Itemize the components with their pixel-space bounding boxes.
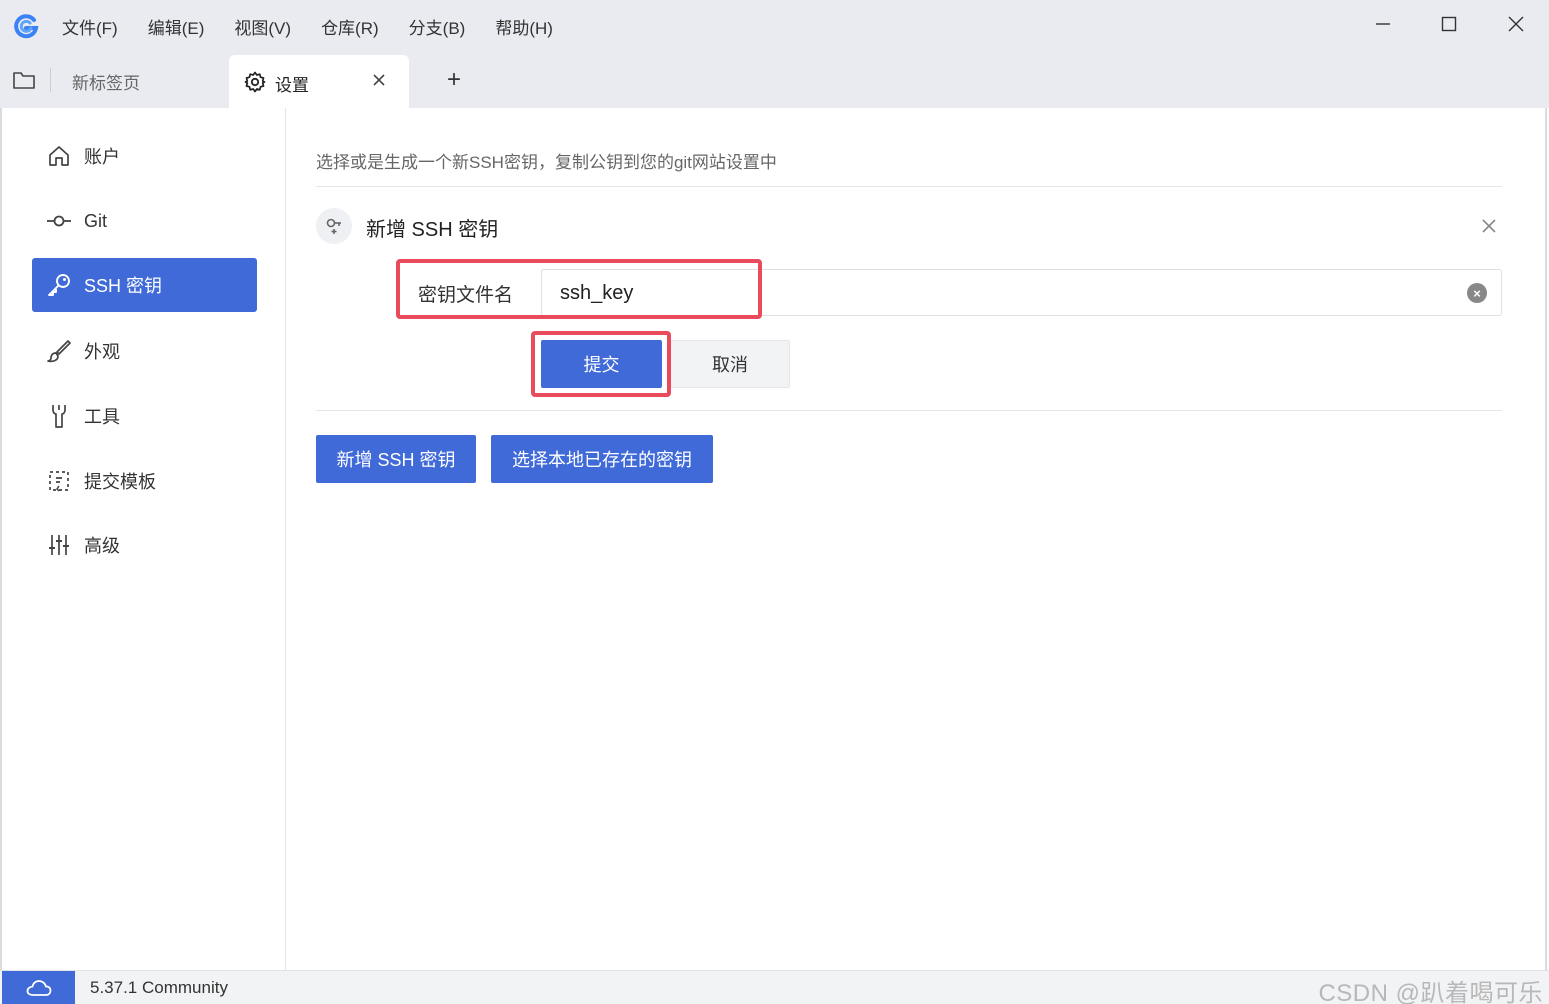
close-icon <box>1482 219 1496 233</box>
tab-divider <box>50 68 51 92</box>
sidebar-item-account[interactable]: 账户 <box>32 129 257 183</box>
key-icon <box>46 272 72 298</box>
sidebar-item-git[interactable]: Git <box>32 194 257 248</box>
divider <box>316 410 1502 411</box>
gear-icon <box>243 70 267 94</box>
wrench-icon <box>46 403 72 429</box>
git-commit-icon <box>46 208 72 234</box>
tab-settings-label: 设置 <box>275 76 309 95</box>
divider <box>316 186 1502 187</box>
minimize-button[interactable] <box>1350 0 1416 48</box>
panel-close-button[interactable] <box>1478 215 1500 237</box>
menu-edit[interactable]: 编辑(E) <box>148 14 205 39</box>
sliders-icon <box>46 532 72 558</box>
key-filename-value: ssh_key <box>560 282 634 304</box>
sidebar-item-label: SSH 密钥 <box>84 276 163 296</box>
sidebar-item-label: 高级 <box>84 536 120 556</box>
home-icon <box>46 143 72 169</box>
ssh-settings-panel: 选择或是生成一个新SSH密钥，复制公钥到您的git网站设置中 新增 SSH 密钥… <box>286 108 1547 970</box>
close-window-button[interactable] <box>1483 0 1549 48</box>
key-plus-icon <box>316 208 352 244</box>
tab-new-tab[interactable]: 新标签页 <box>72 69 140 94</box>
sidebar-item-label: 账户 <box>84 147 120 167</box>
close-icon <box>1508 16 1524 32</box>
cancel-button[interactable]: 取消 <box>670 340 790 388</box>
tab-bar: 新标签页 设置 + <box>0 52 1549 108</box>
tab-close-icon[interactable] <box>369 70 389 90</box>
sidebar-item-label: 提交模板 <box>84 472 156 492</box>
key-filename-input[interactable]: ssh_key × <box>541 269 1502 316</box>
open-folder-button[interactable] <box>10 66 38 94</box>
brush-icon <box>46 338 72 364</box>
key-filename-label: 密钥文件名 <box>418 285 514 306</box>
cloud-icon <box>26 980 51 996</box>
menu-help[interactable]: 帮助(H) <box>495 14 553 39</box>
sidebar-item-commit-template[interactable]: 提交模板 <box>32 454 257 508</box>
maximize-icon <box>1441 16 1457 32</box>
sidebar-item-tools[interactable]: 工具 <box>32 389 257 443</box>
cloud-sync-button[interactable] <box>2 971 75 1004</box>
menu-branch[interactable]: 分支(B) <box>409 14 466 39</box>
sidebar-item-label: 工具 <box>84 407 120 427</box>
sidebar-item-label: 外观 <box>84 342 120 362</box>
version-label: 5.37.1 Community <box>90 978 228 997</box>
status-bar: 5.37.1 Community CSDN @趴着喝可乐 <box>0 970 1549 1004</box>
settings-sidebar: 账户 Git SSH 密钥 外观 工具 提交模板 高级 <box>0 108 286 970</box>
maximize-button[interactable] <box>1416 0 1482 48</box>
minimize-icon <box>1376 23 1390 25</box>
panel-title: 新增 SSH 密钥 <box>366 219 499 241</box>
template-icon <box>46 468 72 494</box>
menu-repository[interactable]: 仓库(R) <box>321 14 379 39</box>
add-tab-button[interactable]: + <box>440 66 468 94</box>
add-ssh-key-button[interactable]: 新增 SSH 密钥 <box>316 435 476 483</box>
sidebar-item-label: Git <box>84 210 108 231</box>
folder-icon <box>13 72 35 89</box>
menu-file[interactable]: 文件(F) <box>62 14 118 39</box>
watermark-text: CSDN @趴着喝可乐 <box>1318 980 1543 1004</box>
tab-settings[interactable]: 设置 <box>229 55 409 108</box>
clear-input-icon[interactable]: × <box>1467 283 1487 303</box>
title-bar: 文件(F) 编辑(E) 视图(V) 仓库(R) 分支(B) 帮助(H) <box>0 0 1549 52</box>
sidebar-item-ssh-keys[interactable]: SSH 密钥 <box>32 258 257 312</box>
sidebar-item-advanced[interactable]: 高级 <box>32 518 257 572</box>
submit-button[interactable]: 提交 <box>541 340 662 388</box>
app-logo-icon <box>0 0 52 52</box>
menu-bar: 文件(F) 编辑(E) 视图(V) 仓库(R) 分支(B) 帮助(H) <box>52 0 573 52</box>
choose-local-key-button[interactable]: 选择本地已存在的密钥 <box>491 435 713 483</box>
page-description: 选择或是生成一个新SSH密钥，复制公钥到您的git网站设置中 <box>316 153 777 172</box>
menu-view[interactable]: 视图(V) <box>234 14 291 39</box>
sidebar-item-appearance[interactable]: 外观 <box>32 324 257 378</box>
